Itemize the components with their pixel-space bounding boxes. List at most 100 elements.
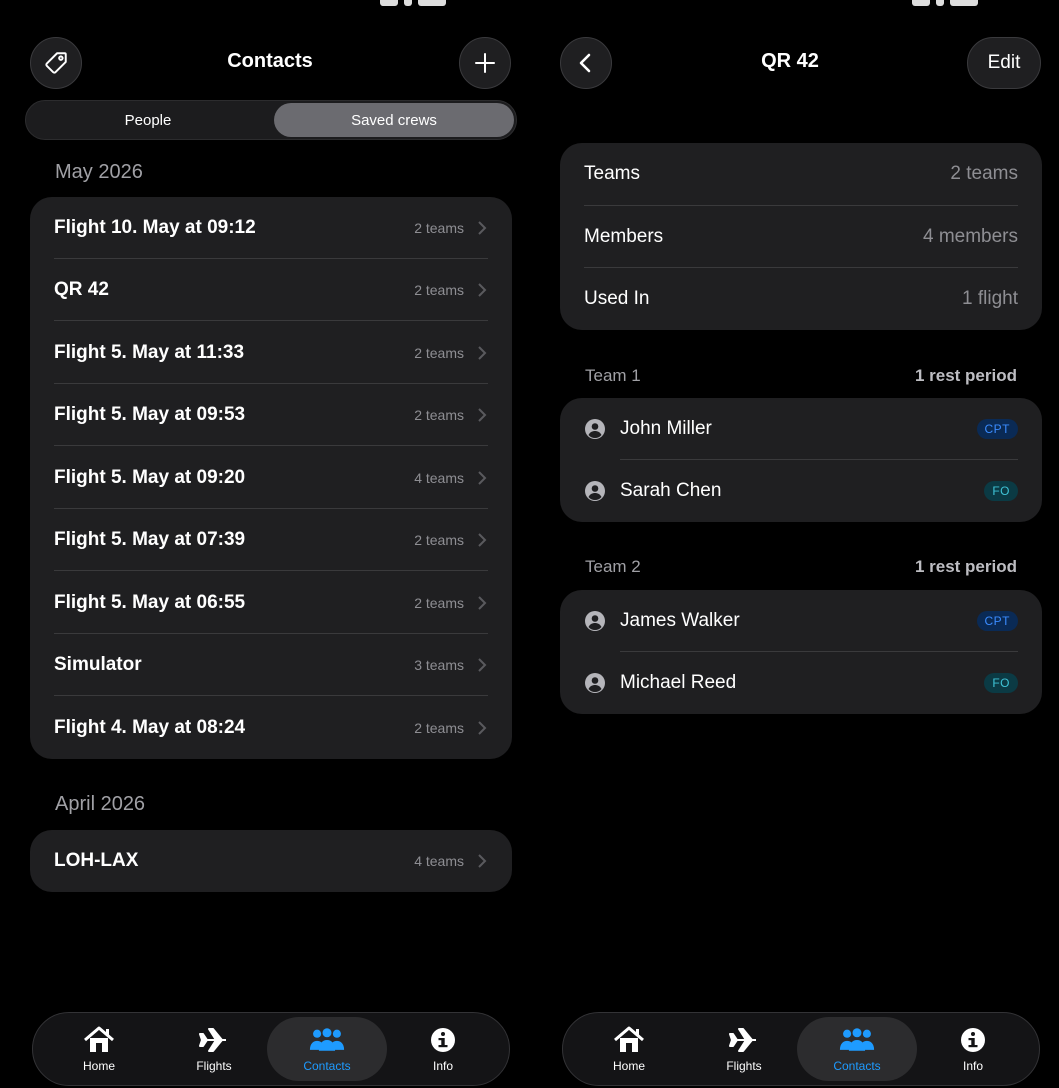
tag-button[interactable]: [30, 37, 82, 89]
tab-flights-label: Flights: [726, 1059, 762, 1073]
list-item[interactable]: Flight 4. May at 08:24 2 teams: [54, 697, 488, 759]
chevron-right-icon: [478, 408, 487, 422]
segment-saved-crews[interactable]: Saved crews: [274, 103, 514, 137]
role-badge: FO: [984, 481, 1018, 501]
list-item-title: Flight 5. May at 07:39: [54, 529, 246, 550]
add-button[interactable]: [459, 37, 511, 89]
list-item-meta: 2 teams: [414, 720, 464, 736]
tab-info[interactable]: Info: [383, 1017, 503, 1081]
chevron-right-icon: [478, 221, 487, 235]
divider: [54, 445, 488, 446]
list-item-meta: 2 teams: [414, 345, 464, 361]
list-item-title: Flight 10. May at 09:12: [54, 217, 256, 238]
summary-value: 4 members: [922, 226, 1018, 247]
tab-home[interactable]: Home: [39, 1017, 159, 1081]
list-item-title: Flight 5. May at 09:53: [54, 404, 246, 425]
tab-info-label: Info: [962, 1059, 983, 1073]
summary-row-teams: Teams 2 teams: [584, 143, 1018, 205]
section-title-april: April 2026: [55, 793, 146, 815]
list-item-title: Flight 5. May at 09:20: [54, 467, 246, 488]
list-item-title: Flight 5. May at 11:33: [54, 342, 245, 363]
role-badge: CPT: [976, 419, 1018, 439]
airplane-icon: [199, 1028, 226, 1052]
member-row[interactable]: Michael Reed FO: [584, 652, 1018, 714]
tab-bar: Home Flights Contacts Info: [562, 1012, 1040, 1086]
airplane-icon: [729, 1028, 756, 1052]
list-item-title: Simulator: [54, 654, 142, 675]
team-name: Team 2: [585, 557, 641, 576]
summary-label: Used In: [584, 288, 650, 309]
team-members-card: James Walker CPT Michael Reed FO: [560, 590, 1042, 714]
tab-flights[interactable]: Flights: [684, 1017, 804, 1081]
member-name: James Walker: [620, 610, 740, 631]
summary-row-used-in: Used In 1 flight: [584, 268, 1018, 330]
chevron-right-icon: [478, 533, 487, 547]
divider: [54, 570, 488, 571]
team-name: Team 1: [585, 366, 641, 385]
home-icon: [84, 1026, 114, 1052]
list-item[interactable]: Flight 5. May at 07:39 2 teams: [54, 509, 488, 571]
member-row[interactable]: John Miller CPT: [584, 398, 1018, 460]
summary-label: Members: [584, 226, 664, 247]
person-icon: [585, 481, 605, 501]
member-name: John Miller: [620, 418, 712, 439]
tab-info-label: Info: [432, 1059, 453, 1073]
crew-summary: Teams 2 teams Members 4 members Used In …: [560, 143, 1042, 330]
tab-flights[interactable]: Flights: [154, 1017, 274, 1081]
home-icon: [614, 1026, 644, 1052]
crew-detail-screen: QR 42 Edit Teams 2 teams Members 4 membe…: [530, 0, 1059, 1088]
segmented-control: People Saved crews: [25, 100, 517, 140]
list-item[interactable]: Flight 5. May at 06:55 2 teams: [54, 572, 488, 634]
team-rest-period: 1 rest period: [914, 366, 1017, 385]
summary-value: 1 flight: [962, 288, 1018, 309]
list-item[interactable]: Flight 5. May at 09:53 2 teams: [54, 384, 488, 446]
chevron-right-icon: [478, 283, 487, 297]
role-badge: CPT: [976, 611, 1018, 631]
people-group-icon: [839, 1028, 875, 1051]
member-name: Michael Reed: [620, 672, 737, 693]
edit-button[interactable]: Edit: [967, 37, 1041, 89]
list-item-title: Flight 5. May at 06:55: [54, 592, 246, 613]
chevron-right-icon: [478, 596, 487, 610]
contacts-screen: Contacts People Saved crews May 2026 Fli…: [0, 0, 528, 1088]
list-item-title: LOH-LAX: [54, 850, 139, 871]
team-members-card: John Miller CPT Sarah Chen FO: [560, 398, 1042, 522]
page-title: Contacts: [227, 50, 313, 72]
list-item[interactable]: Flight 5. May at 11:33 2 teams: [54, 322, 488, 384]
crew-list-may: Flight 10. May at 09:12 2 teams QR 42 2 …: [30, 197, 512, 759]
list-item-title: QR 42: [54, 279, 109, 300]
chevron-right-icon: [478, 658, 487, 672]
segment-people[interactable]: People: [28, 103, 268, 137]
member-row[interactable]: James Walker CPT: [584, 590, 1018, 652]
tab-contacts[interactable]: Contacts: [797, 1017, 917, 1081]
chevron-right-icon: [478, 721, 487, 735]
member-row[interactable]: Sarah Chen FO: [584, 460, 1018, 522]
tab-flights-label: Flights: [196, 1059, 232, 1073]
tab-contacts[interactable]: Contacts: [267, 1017, 387, 1081]
list-item[interactable]: LOH-LAX 4 teams: [54, 830, 488, 892]
tab-home[interactable]: Home: [569, 1017, 689, 1081]
tab-home-label: Home: [82, 1059, 115, 1073]
team-header: Team 1 1 rest period: [585, 366, 1017, 386]
tab-contacts-label: Contacts: [303, 1059, 351, 1073]
tab-contacts-label: Contacts: [833, 1059, 881, 1073]
list-item-meta: 2 teams: [414, 220, 464, 236]
person-icon: [585, 419, 605, 439]
summary-row-members: Members 4 members: [584, 206, 1018, 268]
list-item[interactable]: Simulator 3 teams: [54, 634, 488, 696]
list-item-meta: 2 teams: [414, 282, 464, 298]
list-item[interactable]: QR 42 2 teams: [54, 259, 488, 321]
list-item[interactable]: Flight 5. May at 09:20 4 teams: [54, 447, 488, 509]
summary-value: 2 teams: [950, 163, 1018, 184]
list-item[interactable]: Flight 10. May at 09:12 2 teams: [54, 197, 488, 259]
list-item-title: Flight 4. May at 08:24: [54, 717, 246, 738]
back-button[interactable]: [560, 37, 612, 89]
team-rest-period: 1 rest period: [914, 557, 1017, 576]
list-item-meta: 4 teams: [414, 853, 464, 869]
tab-bar: Home Flights Contacts Info: [32, 1012, 510, 1086]
tag-icon: [45, 52, 67, 74]
chevron-right-icon: [478, 854, 487, 868]
chevron-right-icon: [478, 346, 487, 360]
list-item-meta: 3 teams: [414, 657, 464, 673]
tab-info[interactable]: Info: [913, 1017, 1033, 1081]
